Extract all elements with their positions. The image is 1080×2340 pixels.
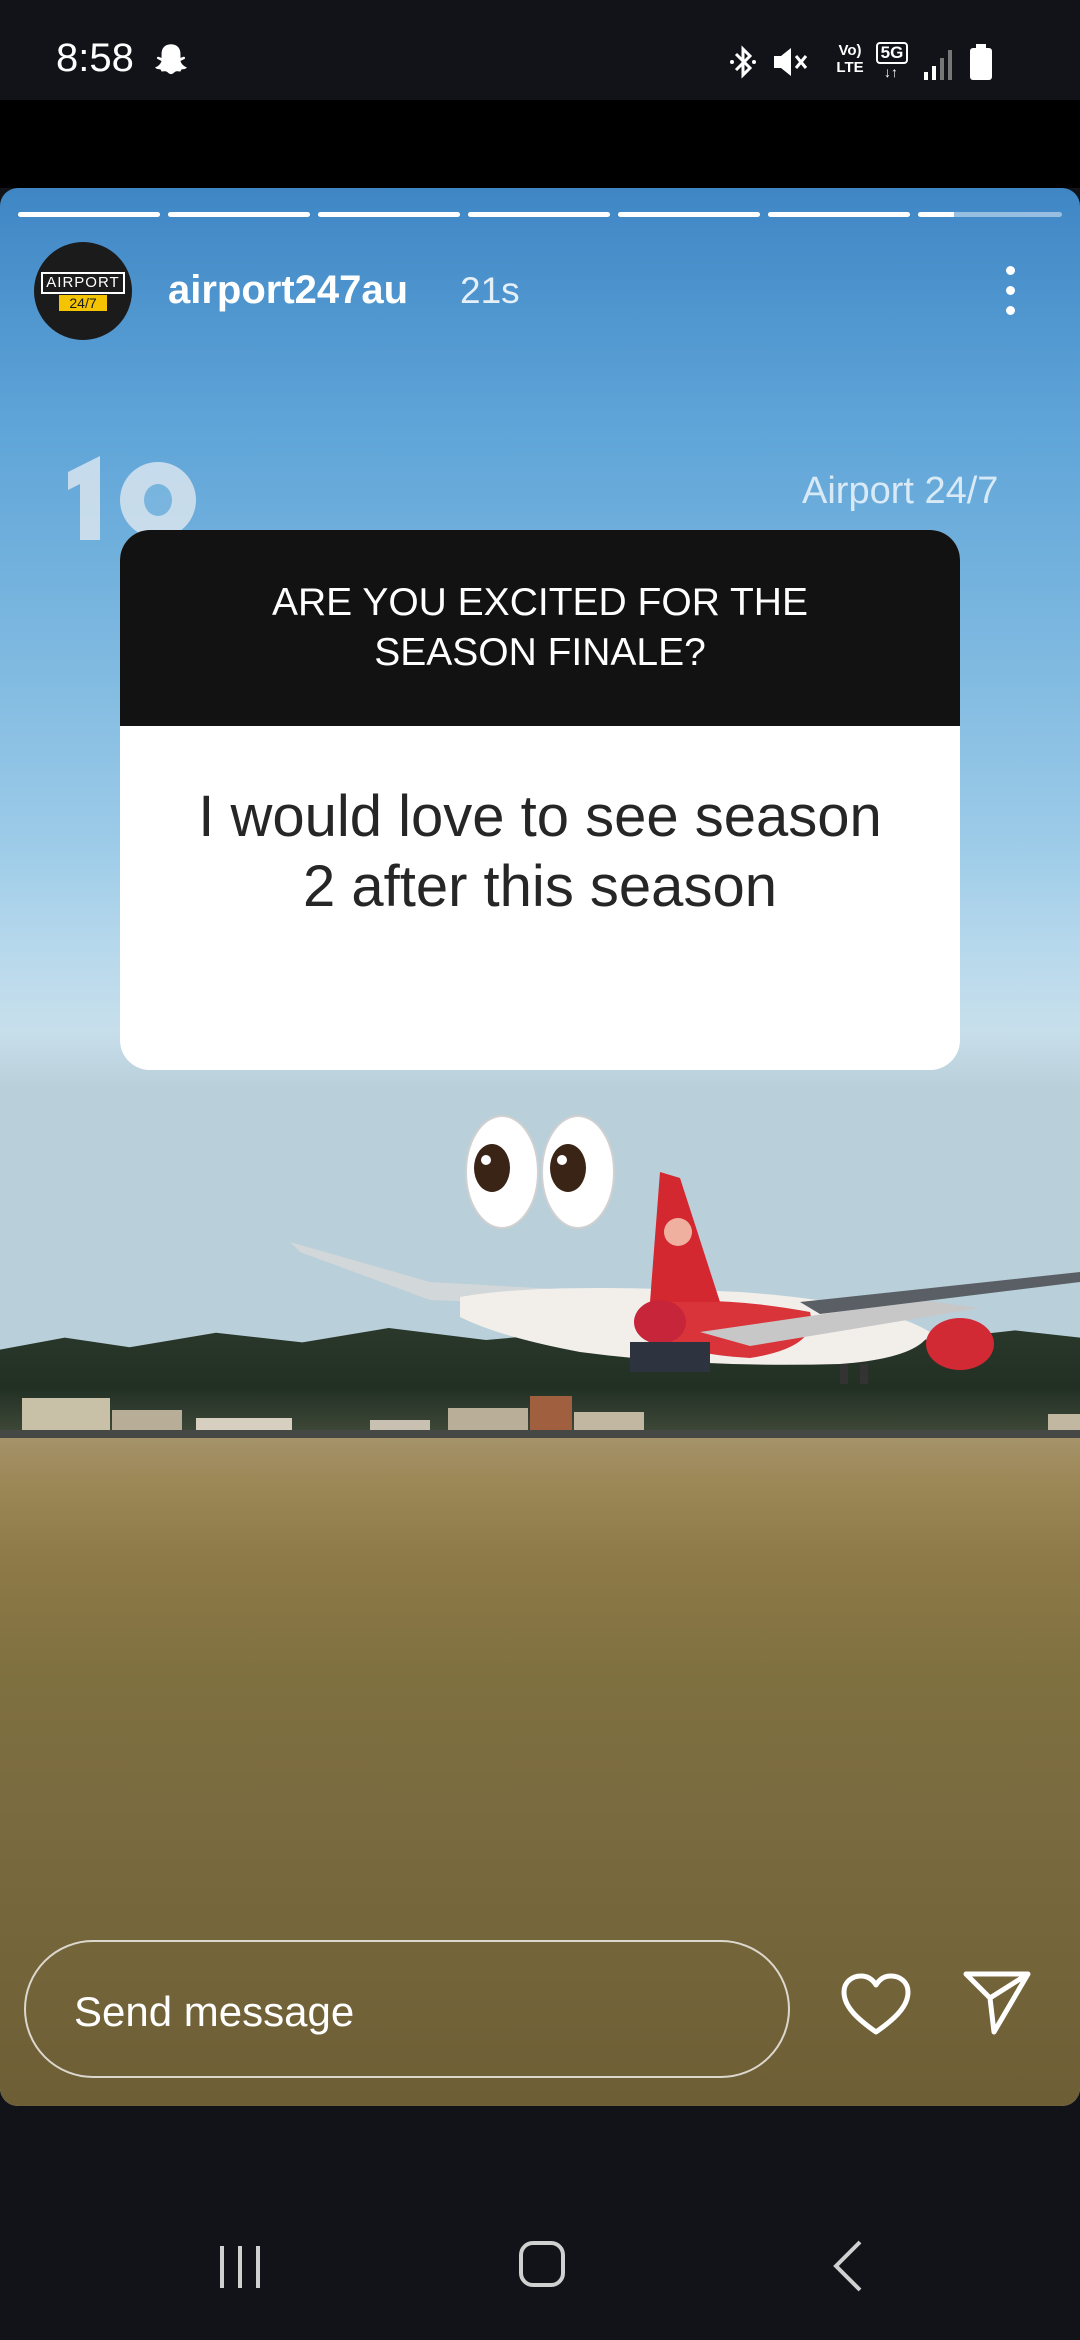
story-viewer[interactable]: AIRPORT 24/7 airport247au 21s Airport 24… [0,188,1080,2106]
answer-text: I would love to see season 2 after this … [198,784,882,919]
story-time-ago: 21s [460,270,520,311]
status-time: 8:58 [56,36,134,80]
question-text: ARE YOU EXCITED FOR THE SEASON FINALE? [272,581,808,674]
more-options-button[interactable] [990,262,1030,318]
mute-icon [774,48,808,76]
back-icon[interactable] [830,2238,866,2294]
send-message-input[interactable]: Send message [24,1940,790,2078]
progress-segment [468,212,610,217]
signal-icon [924,50,952,80]
progress-segment [318,212,460,217]
progress-segment [168,212,310,217]
more-dot [1006,286,1015,295]
snapchat-icon [155,44,187,75]
volte-bottom-label: LTE [836,59,864,76]
battery-icon [970,44,992,80]
network-label: 5G [876,42,908,64]
more-dot [1006,306,1015,315]
question-sticker[interactable]: ARE YOU EXCITED FOR THE SEASON FINALE? I… [120,530,960,1070]
show-watermark: Airport 24/7 [802,470,999,512]
story-progress [18,212,1062,217]
5g-icon: 5G ↓↑ [876,42,912,80]
home-icon[interactable] [518,2240,566,2288]
progress-segment [18,212,160,217]
system-navigation-bar [0,2106,1080,2340]
story-top-band [0,100,1080,188]
data-arrows-icon: ↓↑ [884,64,898,80]
question-header: ARE YOU EXCITED FOR THE SEASON FINALE? [120,530,960,726]
send-message-placeholder: Send message [74,1988,355,2035]
bluetooth-icon [730,45,756,79]
volte-icon: Vo) LTE [830,42,870,76]
volte-top-label: Vo) [838,42,862,59]
status-bar: 8:58 Vo) LTE 5G ↓↑ [0,0,1080,100]
aircraft-image [290,1172,1080,1384]
progress-segment [618,212,760,217]
progress-segment-current [918,212,1062,217]
more-dot [1006,266,1015,275]
progress-segment [768,212,910,217]
recent-apps-icon[interactable] [210,2242,270,2292]
send-direct-icon[interactable] [962,1968,1032,2036]
avatar-logo-top: AIRPORT [41,271,125,294]
like-heart-icon[interactable] [840,1972,912,2038]
story-username[interactable]: airport247au [168,268,408,313]
account-avatar[interactable]: AIRPORT 24/7 [34,242,132,340]
avatar-logo-bottom: 24/7 [59,294,107,311]
